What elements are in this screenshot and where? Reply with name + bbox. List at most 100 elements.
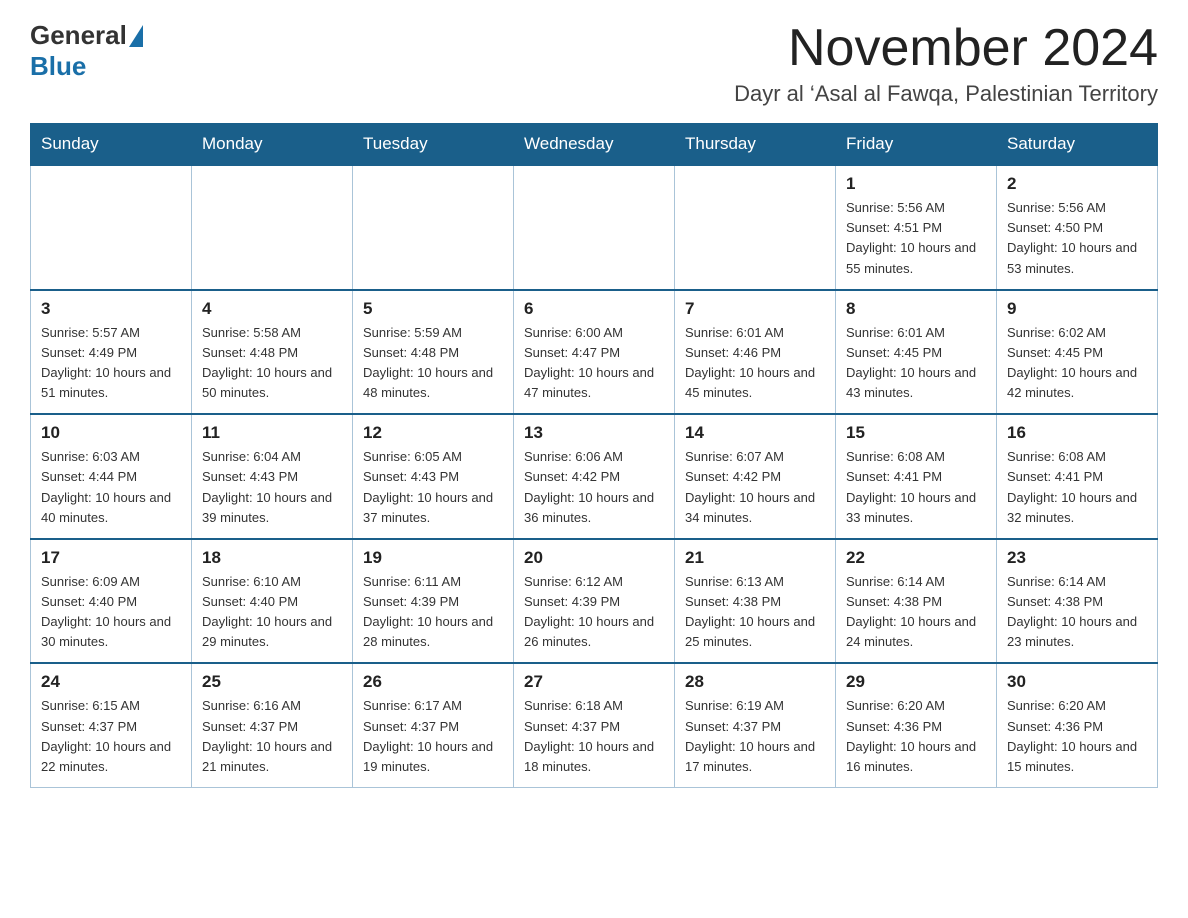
day-sun-info: Sunrise: 6:10 AM Sunset: 4:40 PM Dayligh… — [202, 572, 342, 653]
day-sun-info: Sunrise: 6:16 AM Sunset: 4:37 PM Dayligh… — [202, 696, 342, 777]
day-cell — [31, 165, 192, 290]
day-number: 7 — [685, 299, 825, 319]
day-number: 11 — [202, 423, 342, 443]
day-sun-info: Sunrise: 5:58 AM Sunset: 4:48 PM Dayligh… — [202, 323, 342, 404]
calendar-subtitle: Dayr al ‘Asal al Fawqa, Palestinian Terr… — [734, 81, 1158, 107]
day-cell: 28 Sunrise: 6:19 AM Sunset: 4:37 PM Dayli… — [675, 663, 836, 787]
day-number: 10 — [41, 423, 181, 443]
day-sun-info: Sunrise: 6:04 AM Sunset: 4:43 PM Dayligh… — [202, 447, 342, 528]
day-number: 6 — [524, 299, 664, 319]
day-sun-info: Sunrise: 6:05 AM Sunset: 4:43 PM Dayligh… — [363, 447, 503, 528]
weekday-header-monday: Monday — [192, 124, 353, 166]
day-sun-info: Sunrise: 6:20 AM Sunset: 4:36 PM Dayligh… — [1007, 696, 1147, 777]
day-sun-info: Sunrise: 6:06 AM Sunset: 4:42 PM Dayligh… — [524, 447, 664, 528]
day-number: 1 — [846, 174, 986, 194]
week-row-1: 1 Sunrise: 5:56 AM Sunset: 4:51 PM Daylig… — [31, 165, 1158, 290]
day-number: 27 — [524, 672, 664, 692]
day-sun-info: Sunrise: 6:08 AM Sunset: 4:41 PM Dayligh… — [846, 447, 986, 528]
day-sun-info: Sunrise: 6:00 AM Sunset: 4:47 PM Dayligh… — [524, 323, 664, 404]
day-cell: 17Sunrise: 6:09 AM Sunset: 4:40 PM Dayli… — [31, 539, 192, 664]
day-cell: 23 Sunrise: 6:14 AM Sunset: 4:38 PM Dayli… — [997, 539, 1158, 664]
day-cell: 16 Sunrise: 6:08 AM Sunset: 4:41 PM Dayli… — [997, 414, 1158, 539]
week-row-2: 3 Sunrise: 5:57 AM Sunset: 4:49 PM Daylig… — [31, 290, 1158, 415]
logo-general-text: General — [30, 20, 127, 51]
day-cell: 18 Sunrise: 6:10 AM Sunset: 4:40 PM Dayli… — [192, 539, 353, 664]
day-number: 29 — [846, 672, 986, 692]
day-number: 21 — [685, 548, 825, 568]
day-cell: 27 Sunrise: 6:18 AM Sunset: 4:37 PM Dayli… — [514, 663, 675, 787]
day-sun-info: Sunrise: 6:09 AM Sunset: 4:40 PM Dayligh… — [41, 572, 181, 653]
day-sun-info: Sunrise: 6:03 AM Sunset: 4:44 PM Dayligh… — [41, 447, 181, 528]
day-cell — [192, 165, 353, 290]
day-sun-info: Sunrise: 6:19 AM Sunset: 4:37 PM Dayligh… — [685, 696, 825, 777]
day-number: 8 — [846, 299, 986, 319]
day-sun-info: Sunrise: 6:14 AM Sunset: 4:38 PM Dayligh… — [846, 572, 986, 653]
day-cell: 13 Sunrise: 6:06 AM Sunset: 4:42 PM Dayli… — [514, 414, 675, 539]
day-cell: 10 Sunrise: 6:03 AM Sunset: 4:44 PM Dayli… — [31, 414, 192, 539]
day-number: 2 — [1007, 174, 1147, 194]
day-sun-info: Sunrise: 5:57 AM Sunset: 4:49 PM Dayligh… — [41, 323, 181, 404]
weekday-header-friday: Friday — [836, 124, 997, 166]
day-cell: 3 Sunrise: 5:57 AM Sunset: 4:49 PM Daylig… — [31, 290, 192, 415]
title-area: November 2024 Dayr al ‘Asal al Fawqa, Pa… — [734, 20, 1158, 107]
day-number: 22 — [846, 548, 986, 568]
day-cell: 19 Sunrise: 6:11 AM Sunset: 4:39 PM Dayli… — [353, 539, 514, 664]
week-row-3: 10 Sunrise: 6:03 AM Sunset: 4:44 PM Dayli… — [31, 414, 1158, 539]
logo-blue-text: Blue — [30, 51, 86, 81]
day-cell: 24Sunrise: 6:15 AM Sunset: 4:37 PM Dayli… — [31, 663, 192, 787]
day-sun-info: Sunrise: 5:56 AM Sunset: 4:51 PM Dayligh… — [846, 198, 986, 279]
day-cell: 25 Sunrise: 6:16 AM Sunset: 4:37 PM Dayli… — [192, 663, 353, 787]
weekday-header-thursday: Thursday — [675, 124, 836, 166]
day-sun-info: Sunrise: 6:07 AM Sunset: 4:42 PM Dayligh… — [685, 447, 825, 528]
day-number: 4 — [202, 299, 342, 319]
week-row-4: 17Sunrise: 6:09 AM Sunset: 4:40 PM Dayli… — [31, 539, 1158, 664]
weekday-header-saturday: Saturday — [997, 124, 1158, 166]
day-sun-info: Sunrise: 6:08 AM Sunset: 4:41 PM Dayligh… — [1007, 447, 1147, 528]
day-cell — [675, 165, 836, 290]
day-number: 28 — [685, 672, 825, 692]
calendar-title: November 2024 — [734, 20, 1158, 77]
day-sun-info: Sunrise: 5:56 AM Sunset: 4:50 PM Dayligh… — [1007, 198, 1147, 279]
day-cell — [514, 165, 675, 290]
day-cell: 9Sunrise: 6:02 AM Sunset: 4:45 PM Daylig… — [997, 290, 1158, 415]
day-number: 18 — [202, 548, 342, 568]
week-row-5: 24Sunrise: 6:15 AM Sunset: 4:37 PM Dayli… — [31, 663, 1158, 787]
day-number: 13 — [524, 423, 664, 443]
day-sun-info: Sunrise: 6:17 AM Sunset: 4:37 PM Dayligh… — [363, 696, 503, 777]
weekday-header-tuesday: Tuesday — [353, 124, 514, 166]
day-sun-info: Sunrise: 6:12 AM Sunset: 4:39 PM Dayligh… — [524, 572, 664, 653]
day-number: 5 — [363, 299, 503, 319]
day-cell: 1 Sunrise: 5:56 AM Sunset: 4:51 PM Daylig… — [836, 165, 997, 290]
day-sun-info: Sunrise: 6:13 AM Sunset: 4:38 PM Dayligh… — [685, 572, 825, 653]
weekday-header-wednesday: Wednesday — [514, 124, 675, 166]
day-number: 19 — [363, 548, 503, 568]
day-sun-info: Sunrise: 6:14 AM Sunset: 4:38 PM Dayligh… — [1007, 572, 1147, 653]
day-number: 23 — [1007, 548, 1147, 568]
day-cell: 12Sunrise: 6:05 AM Sunset: 4:43 PM Dayli… — [353, 414, 514, 539]
day-cell: 8 Sunrise: 6:01 AM Sunset: 4:45 PM Daylig… — [836, 290, 997, 415]
day-number: 3 — [41, 299, 181, 319]
day-cell — [353, 165, 514, 290]
logo-triangle-icon — [129, 25, 143, 47]
day-sun-info: Sunrise: 6:01 AM Sunset: 4:45 PM Dayligh… — [846, 323, 986, 404]
day-sun-info: Sunrise: 6:11 AM Sunset: 4:39 PM Dayligh… — [363, 572, 503, 653]
day-cell: 4 Sunrise: 5:58 AM Sunset: 4:48 PM Daylig… — [192, 290, 353, 415]
day-cell: 30 Sunrise: 6:20 AM Sunset: 4:36 PM Dayli… — [997, 663, 1158, 787]
day-number: 16 — [1007, 423, 1147, 443]
day-number: 20 — [524, 548, 664, 568]
day-number: 30 — [1007, 672, 1147, 692]
day-number: 14 — [685, 423, 825, 443]
calendar-table: SundayMondayTuesdayWednesdayThursdayFrid… — [30, 123, 1158, 788]
day-sun-info: Sunrise: 6:18 AM Sunset: 4:37 PM Dayligh… — [524, 696, 664, 777]
day-number: 15 — [846, 423, 986, 443]
day-number: 25 — [202, 672, 342, 692]
day-cell: 11 Sunrise: 6:04 AM Sunset: 4:43 PM Dayli… — [192, 414, 353, 539]
weekday-header-row: SundayMondayTuesdayWednesdayThursdayFrid… — [31, 124, 1158, 166]
day-sun-info: Sunrise: 5:59 AM Sunset: 4:48 PM Dayligh… — [363, 323, 503, 404]
day-cell: 26Sunrise: 6:17 AM Sunset: 4:37 PM Dayli… — [353, 663, 514, 787]
day-cell: 6 Sunrise: 6:00 AM Sunset: 4:47 PM Daylig… — [514, 290, 675, 415]
weekday-header-sunday: Sunday — [31, 124, 192, 166]
day-sun-info: Sunrise: 6:20 AM Sunset: 4:36 PM Dayligh… — [846, 696, 986, 777]
day-sun-info: Sunrise: 6:01 AM Sunset: 4:46 PM Dayligh… — [685, 323, 825, 404]
day-cell: 22 Sunrise: 6:14 AM Sunset: 4:38 PM Dayli… — [836, 539, 997, 664]
